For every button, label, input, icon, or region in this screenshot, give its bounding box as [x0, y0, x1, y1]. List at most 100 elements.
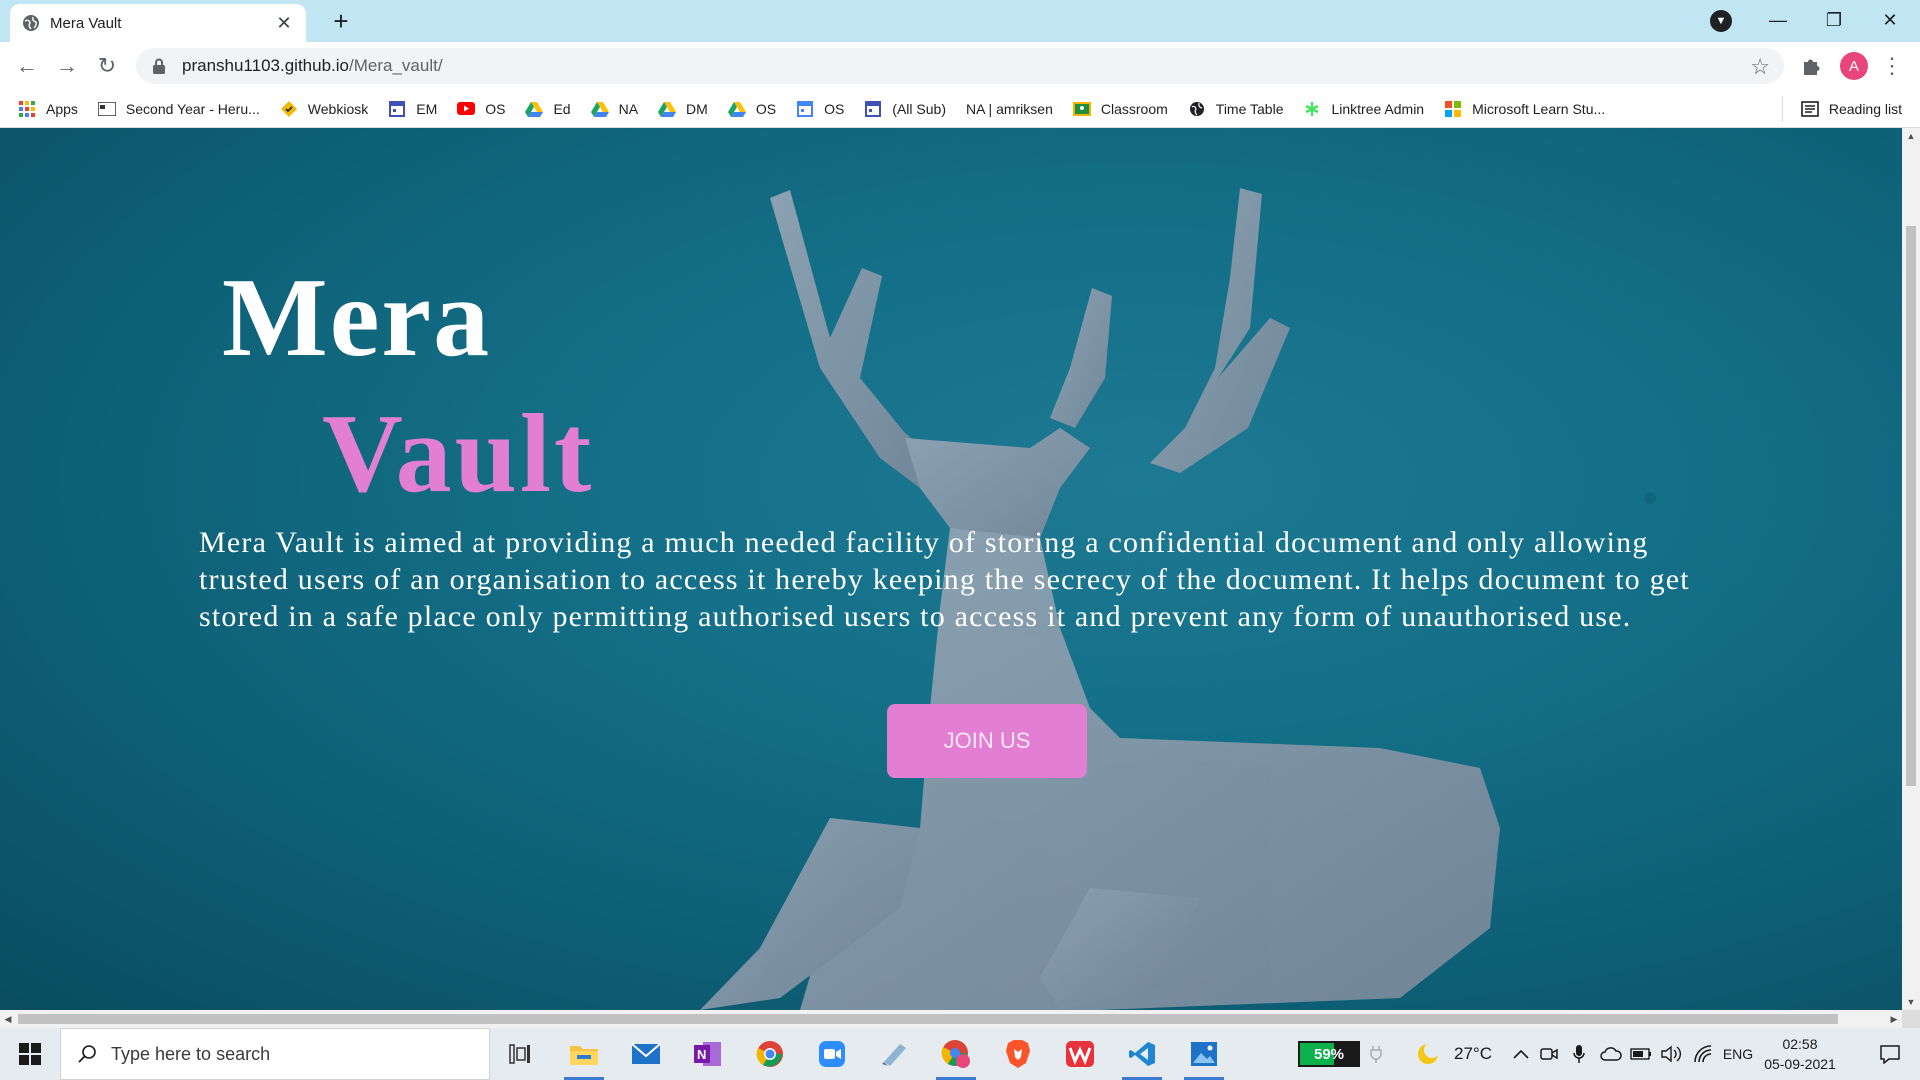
calendar-icon	[864, 100, 882, 118]
reading-list-button[interactable]: Reading list	[1801, 95, 1902, 123]
bookmark-item[interactable]: EM	[388, 95, 437, 123]
taskbar-search-box[interactable]: Type here to search	[60, 1028, 490, 1080]
back-button[interactable]: ←	[11, 50, 43, 82]
bookmark-label: NA | amriksen	[965, 100, 1053, 117]
wifi-icon[interactable]	[1690, 1028, 1716, 1080]
bookmarks-bar: Apps Second Year - Heru... Webkiosk EM OS Ed N…	[0, 90, 1920, 128]
horizontal-scroll-thumb[interactable]	[18, 1014, 1838, 1024]
tab-mera-vault[interactable]: Mera Vault ✕	[10, 4, 306, 42]
classroom-icon	[1072, 100, 1091, 118]
forward-button[interactable]: →	[51, 50, 83, 82]
bookmark-item[interactable]: Time Table	[1188, 95, 1283, 123]
close-window-button[interactable]: ✕	[1862, 0, 1918, 40]
zoom-icon[interactable]	[808, 1034, 856, 1074]
file-explorer-icon[interactable]	[560, 1034, 608, 1080]
tab-strip: Mera Vault ✕ + ▼ — ❐ ✕	[0, 0, 1920, 42]
bookmark-label: OS	[824, 100, 845, 117]
microsoft-icon	[1444, 100, 1462, 118]
meet-now-icon[interactable]	[1538, 1028, 1560, 1080]
volume-icon[interactable]	[1658, 1028, 1684, 1080]
bookmark-label: OS	[755, 100, 777, 117]
bookmark-item[interactable]: Webkiosk	[280, 95, 368, 123]
start-button[interactable]	[0, 1028, 60, 1080]
system-clock[interactable]: 02:58 05-09-2021	[1760, 1034, 1840, 1074]
minimize-button[interactable]: —	[1750, 0, 1806, 40]
chevron-up-icon[interactable]	[1510, 1028, 1532, 1080]
notes-app-icon[interactable]	[870, 1034, 918, 1074]
divider	[1782, 96, 1783, 122]
bookmark-item[interactable]: Classroom	[1072, 95, 1168, 123]
bookmark-label: Webkiosk	[307, 100, 369, 117]
scroll-right-icon[interactable]: ▶	[1886, 1010, 1902, 1028]
chrome-menu-icon[interactable]: ⋮	[1881, 50, 1903, 82]
chrome-profile-icon[interactable]	[932, 1034, 980, 1080]
bookmark-label: OS	[485, 100, 506, 117]
brave-icon[interactable]	[994, 1034, 1042, 1074]
new-tab-button[interactable]: +	[326, 6, 356, 36]
hero-title-line1: Mera	[222, 256, 492, 380]
bookmark-item[interactable]: Second Year - Heru...	[97, 95, 260, 123]
vscode-icon[interactable]	[1118, 1034, 1166, 1080]
wps-office-icon[interactable]	[1056, 1034, 1104, 1074]
scroll-up-icon[interactable]: ▲	[1902, 128, 1920, 144]
restore-button[interactable]: ❐	[1806, 0, 1862, 40]
bookmark-item[interactable]: DM	[658, 95, 708, 123]
bookmark-item[interactable]: Microsoft Learn Stu...	[1444, 95, 1605, 123]
battery-percent: 59%	[1313, 1045, 1345, 1063]
profile-avatar[interactable]: A	[1840, 52, 1868, 80]
microphone-icon[interactable]	[1568, 1028, 1590, 1080]
bookmark-label: NA	[618, 100, 639, 117]
photos-icon[interactable]	[1180, 1034, 1228, 1080]
youtube-icon	[457, 100, 476, 118]
svg-text:N: N	[697, 1047, 706, 1062]
address-bar[interactable]: pranshu1103.github.io/Mera_vault/ ☆	[136, 48, 1784, 84]
vertical-scroll-thumb[interactable]	[1906, 226, 1916, 786]
google-drive-icon	[525, 100, 544, 118]
google-drive-icon	[727, 100, 746, 118]
scrollbar-corner	[1902, 1010, 1920, 1028]
onedrive-cloud-icon[interactable]	[1598, 1028, 1624, 1080]
clock-date: 05-09-2021	[1764, 1056, 1836, 1072]
reading-list-label: Reading list	[1828, 101, 1902, 117]
chrome-icon[interactable]	[746, 1034, 794, 1074]
bookmark-item[interactable]: Linktree Admin	[1303, 95, 1424, 123]
hero-title-line2: Vault	[322, 392, 595, 516]
extensions-puzzle-icon[interactable]	[1800, 54, 1824, 78]
horizontal-scrollbar[interactable]: ◀ ▶	[0, 1010, 1902, 1028]
battery-tray-icon[interactable]	[1628, 1028, 1654, 1080]
reading-list-icon	[1801, 101, 1819, 117]
bookmark-item[interactable]: Ed	[525, 95, 571, 123]
charging-plug-icon	[1364, 1028, 1388, 1080]
task-view-icon[interactable]	[496, 1034, 544, 1074]
lock-icon	[153, 58, 165, 74]
battery-indicator[interactable]: 59%	[1298, 1041, 1360, 1067]
weather-moon-icon[interactable]	[1412, 1028, 1444, 1080]
vertical-scrollbar[interactable]: ▲ ▼	[1902, 128, 1920, 1010]
onenote-icon[interactable]: N	[684, 1034, 732, 1074]
bookmark-label: EM	[416, 100, 438, 117]
bookmark-item[interactable]: OS	[796, 95, 844, 123]
reload-button[interactable]: ↻	[91, 50, 123, 82]
bookmark-item[interactable]: Apps	[18, 95, 78, 123]
bookmark-star-icon[interactable]: ☆	[1750, 54, 1770, 80]
bookmark-item[interactable]: (All Sub)	[864, 95, 946, 123]
bookmark-item[interactable]: OS	[727, 95, 777, 123]
calendar-icon	[796, 100, 814, 118]
tab-title: Mera Vault	[50, 14, 122, 32]
bookmark-item[interactable]: NA | amriksen	[966, 95, 1053, 123]
language-indicator[interactable]: ENG	[1718, 1028, 1758, 1080]
notification-center-icon[interactable]	[1864, 1028, 1916, 1080]
join-us-button[interactable]: JOIN US	[887, 704, 1087, 778]
scroll-down-icon[interactable]: ▼	[1902, 994, 1920, 1010]
scroll-left-icon[interactable]: ◀	[0, 1010, 16, 1028]
globe-icon	[23, 15, 39, 31]
webkiosk-icon	[280, 100, 298, 118]
hero-description: Mera Vault is aimed at providing a much …	[199, 526, 1690, 633]
tab-search-icon[interactable]: ▼	[1710, 10, 1732, 32]
temperature-label[interactable]: 27°C	[1448, 1028, 1498, 1080]
bookmark-item[interactable]: OS	[457, 95, 505, 123]
mail-icon[interactable]	[622, 1034, 670, 1074]
bookmark-item[interactable]: NA	[590, 95, 639, 123]
close-tab-icon[interactable]: ✕	[274, 13, 294, 34]
globe-icon	[1188, 100, 1206, 118]
